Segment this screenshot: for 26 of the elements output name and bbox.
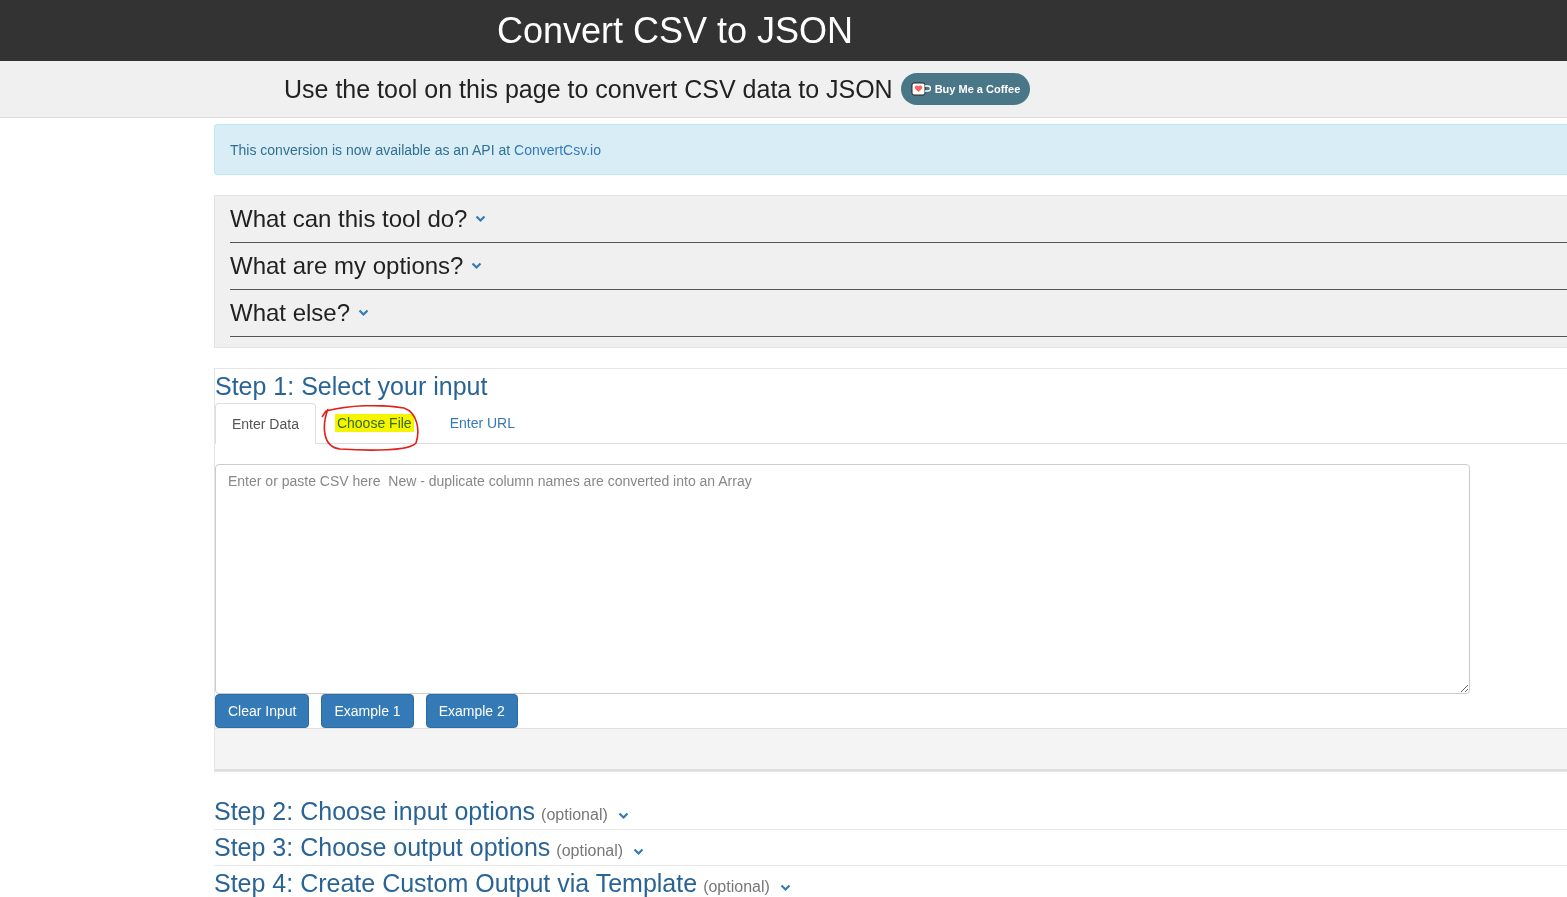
faq-toggle[interactable]: What are my options? <box>230 252 483 280</box>
chevron-icon <box>358 309 370 317</box>
action-button[interactable]: Example 2 <box>425 694 518 728</box>
chevron-icon <box>475 215 487 223</box>
input-tab[interactable]: Choose File <box>317 403 431 443</box>
input-tab[interactable]: Enter Data <box>215 403 316 444</box>
chevron-icon <box>471 262 483 270</box>
chevron-icon <box>633 848 645 856</box>
faq-toggle[interactable]: What else? <box>230 299 370 327</box>
csv-input-field[interactable]: Enter or paste CSV here New - duplicate column names are converted into an Array <box>215 464 1470 694</box>
input-tab[interactable]: Enter URL <box>432 403 532 443</box>
chevron-icon <box>779 884 791 892</box>
step-title: Step 1: Select your input <box>215 372 489 401</box>
alert-text: This conversion is now available as an API at ConvertCsv.io <box>230 141 601 158</box>
step-toggle[interactable]: Step 4: Create Custom Output via Template (optional) <box>214 869 791 897</box>
action-button[interactable]: Clear Input <box>215 694 310 728</box>
coffee-button[interactable]: Buy Me a Coffee <box>900 73 1031 105</box>
cup-icon <box>910 82 931 96</box>
subheader-text: Use the tool on this page to convert CSV data to JSON <box>284 74 893 104</box>
faq-toggle[interactable]: What can this tool do? <box>230 205 487 233</box>
action-button[interactable]: Example 1 <box>321 694 414 728</box>
page-title: Convert CSV to JSON <box>497 9 854 52</box>
step-toggle[interactable]: Step 2: Choose input options (optional) <box>214 797 629 826</box>
api-link[interactable]: ConvertCsv.io <box>514 141 601 158</box>
step-toggle[interactable]: Step 3: Choose output options (optional) <box>214 833 645 862</box>
chevron-icon <box>617 812 629 820</box>
